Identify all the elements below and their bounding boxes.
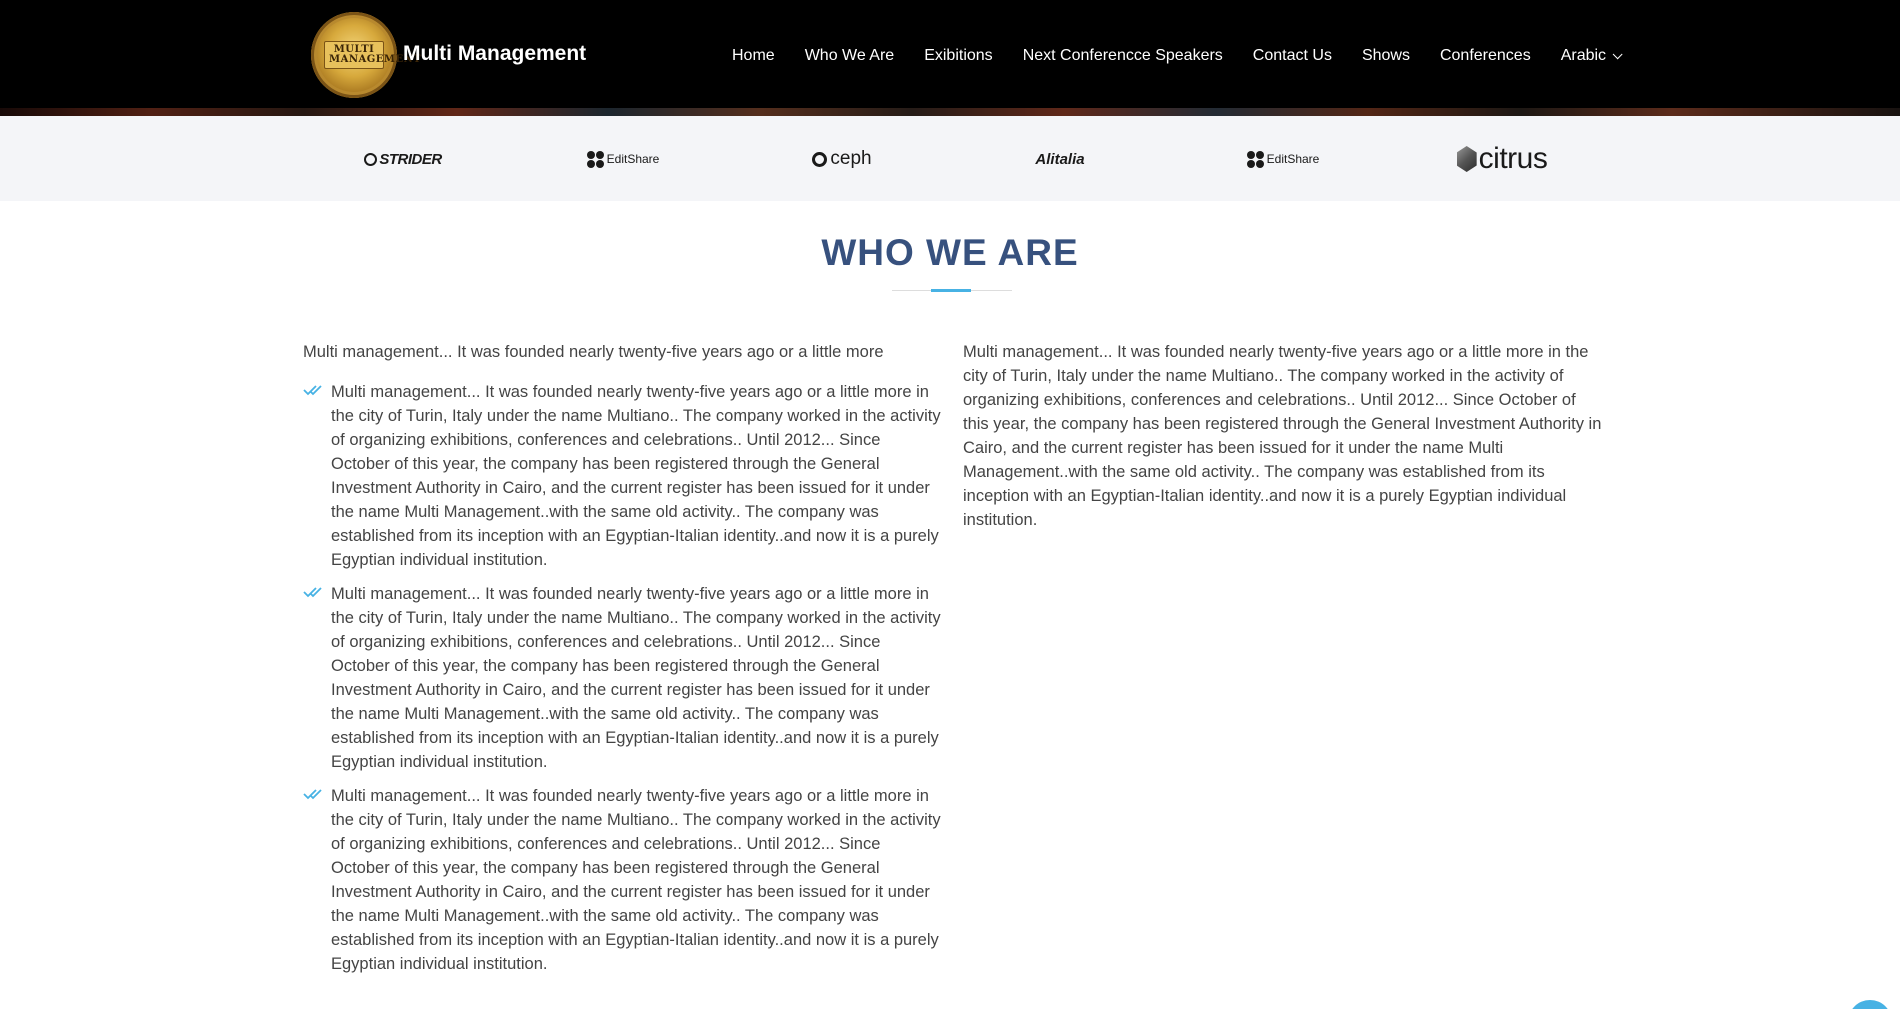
client-name: EditShare: [606, 152, 660, 166]
logo-badge-icon: MULTI MANAGEMENT: [311, 12, 421, 98]
site-header: MULTI MANAGEMENT Multi Management Home W…: [0, 0, 1900, 116]
about-left-column: Multi management... It was founded nearl…: [303, 340, 943, 986]
client-name: EditShare: [1266, 152, 1320, 166]
ceph-logo-icon: [812, 151, 828, 167]
check-item-text: Multi management... It was founded nearl…: [331, 585, 941, 771]
about-right-column: Multi management... It was founded nearl…: [963, 340, 1603, 532]
client-name: Alitalia: [1035, 150, 1085, 168]
about-check-list: Multi management... It was founded nearl…: [303, 380, 943, 976]
clients-bar: STRIDER EditShare ceph Alitalia EditShar…: [0, 116, 1900, 201]
strider-logo-icon: [364, 152, 378, 166]
editshare-logo-icon: [1246, 150, 1264, 168]
main-nav: Home Who We Are Exibitions Next Conferen…: [732, 44, 1623, 68]
about-intro: Multi management... It was founded nearl…: [303, 343, 884, 361]
client-name: citrus: [1478, 142, 1548, 175]
editshare-logo-icon: [586, 150, 604, 168]
client-logo-alitalia[interactable]: Alitalia: [1025, 142, 1095, 176]
double-check-icon: [303, 789, 322, 800]
nav-contact-us[interactable]: Contact Us: [1253, 47, 1332, 65]
double-check-icon: [303, 587, 322, 598]
nav-who-we-are[interactable]: Who We Are: [805, 47, 895, 65]
client-name: STRIDER: [379, 150, 442, 168]
logo-lettering: MULTI MANAGEMENT: [324, 41, 421, 69]
list-item: Multi management... It was founded nearl…: [303, 380, 943, 572]
nav-exibitions[interactable]: Exibitions: [924, 47, 992, 65]
check-item-text: Multi management... It was founded nearl…: [331, 383, 941, 569]
citrus-logo-icon: [1456, 146, 1477, 172]
nav-conferences[interactable]: Conferences: [1440, 47, 1531, 65]
section-title: WHO WE ARE: [821, 232, 1079, 273]
check-item-text: Multi management... It was founded nearl…: [331, 787, 941, 973]
chevron-down-icon: [1612, 48, 1623, 59]
client-logo-strider[interactable]: STRIDER: [358, 142, 448, 176]
double-check-icon: [303, 385, 322, 396]
nav-home[interactable]: Home: [732, 47, 775, 65]
title-divider-accent: [931, 289, 971, 292]
brand-name[interactable]: Multi Management: [403, 42, 586, 66]
site-logo[interactable]: MULTI MANAGEMENT: [311, 12, 421, 98]
nav-language-dropdown[interactable]: Arabic: [1560, 47, 1623, 65]
list-item: Multi management... It was founded nearl…: [303, 784, 943, 976]
client-logo-citrus[interactable]: citrus: [1456, 142, 1548, 176]
back-to-top-button[interactable]: [1848, 1000, 1892, 1009]
client-logo-ceph[interactable]: ceph: [810, 142, 874, 176]
client-name: ceph: [830, 148, 872, 169]
nav-next-conference-speakers[interactable]: Next Conferencce Speakers: [1023, 47, 1223, 65]
nav-shows[interactable]: Shows: [1362, 47, 1410, 65]
nav-language-label: Arabic: [1560, 47, 1607, 64]
client-logo-editshare[interactable]: EditShare: [585, 142, 661, 176]
about-right-text: Multi management... It was founded nearl…: [963, 343, 1602, 529]
list-item: Multi management... It was founded nearl…: [303, 582, 943, 774]
header-decorative-strip: [0, 108, 1900, 116]
client-logo-editshare[interactable]: EditShare: [1245, 142, 1321, 176]
